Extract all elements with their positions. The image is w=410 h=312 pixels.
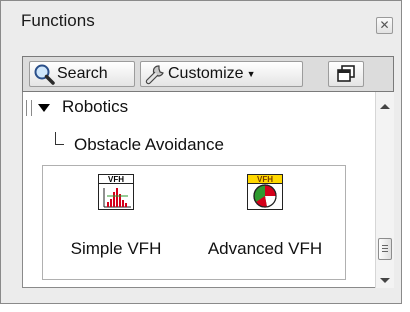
palette-content: Robotics Obstacle Avoidance VFH Simple V… xyxy=(22,92,375,288)
customize-label: Customize xyxy=(168,65,244,82)
wrench-icon xyxy=(145,65,164,85)
tree-connector xyxy=(55,132,64,145)
search-button[interactable]: Search xyxy=(29,61,135,87)
scroll-down-icon[interactable] xyxy=(380,278,390,283)
search-icon xyxy=(34,64,55,85)
palette-view-button[interactable] xyxy=(328,61,364,87)
simple-vfh-function[interactable]: VFH Simple VFH xyxy=(51,174,181,259)
customize-button[interactable]: Customize ▼ xyxy=(140,61,303,87)
functions-palette: Functions ✕ Search Customize ▼ Robotics … xyxy=(0,0,402,304)
simple-vfh-label: Simple VFH xyxy=(70,239,162,258)
scroll-up-icon[interactable] xyxy=(380,104,390,109)
chevron-down-icon: ▼ xyxy=(246,69,256,79)
drag-handle[interactable] xyxy=(26,100,32,116)
close-button[interactable]: ✕ xyxy=(376,17,393,34)
advanced-vfh-icon-text: VFH xyxy=(257,175,273,184)
category-robotics[interactable]: Robotics xyxy=(62,97,128,117)
function-panel: VFH Simple VFH VFH Advanced VFH xyxy=(42,165,346,280)
palette-title: Functions xyxy=(21,11,95,30)
advanced-vfh-label: Advanced VFH xyxy=(207,239,323,258)
scroll-thumb[interactable] xyxy=(378,238,392,260)
search-label: Search xyxy=(57,65,108,82)
palette-toolbar: Search Customize ▼ xyxy=(22,56,394,92)
expand-triangle-icon[interactable] xyxy=(38,104,50,112)
vertical-scrollbar[interactable] xyxy=(375,92,394,288)
subcategory-obstacle-avoidance[interactable]: Obstacle Avoidance xyxy=(74,135,224,155)
palette-view-icon xyxy=(337,65,355,82)
pie-chart-icon: VFH xyxy=(247,174,283,210)
close-icon: ✕ xyxy=(379,18,390,32)
simple-vfh-icon-text: VFH xyxy=(108,175,124,184)
advanced-vfh-function[interactable]: VFH Advanced VFH xyxy=(195,174,335,259)
histogram-icon: VFH xyxy=(98,174,134,210)
